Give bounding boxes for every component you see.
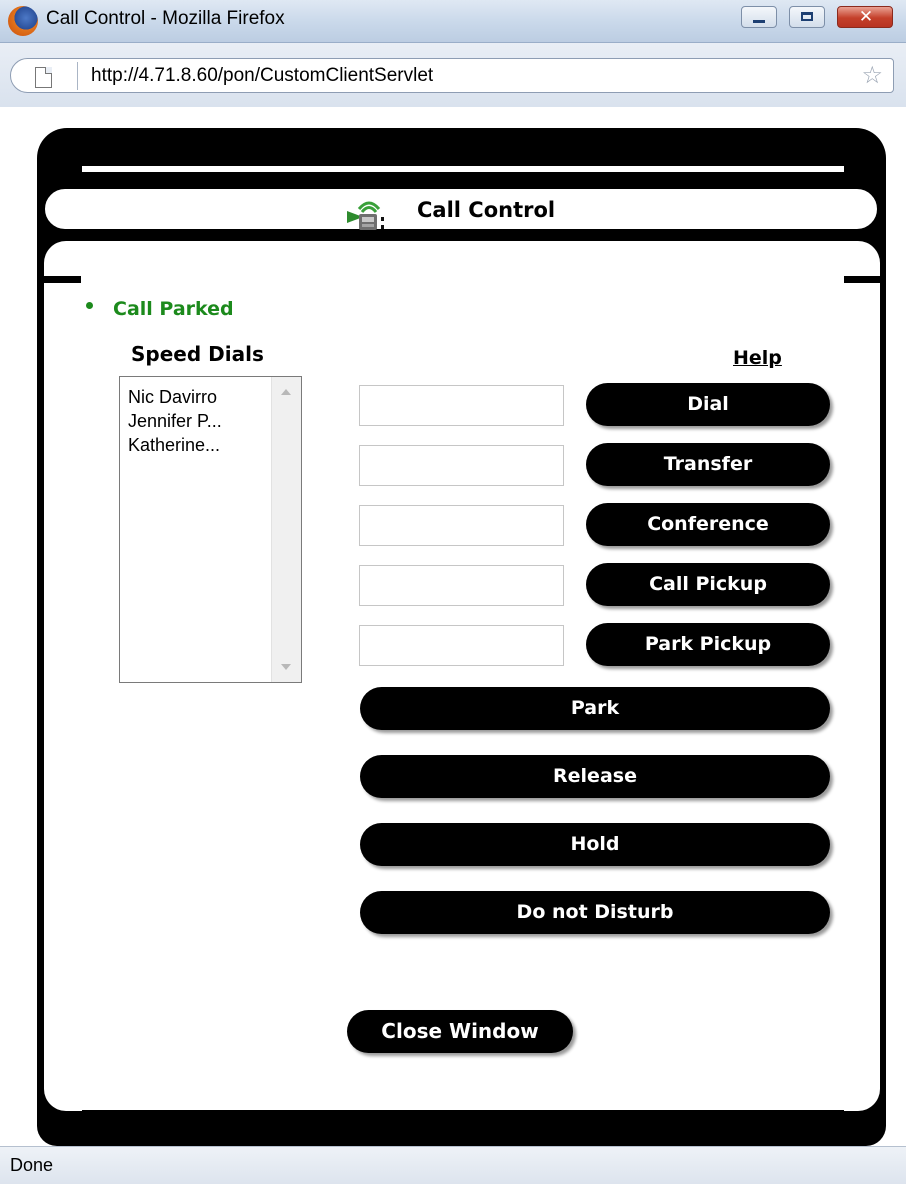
address-separator xyxy=(77,62,78,90)
call-pickup-number-input[interactable] xyxy=(359,565,564,606)
speed-dial-item[interactable]: Nic Davirro xyxy=(128,387,217,408)
close-window-panel-button[interactable]: Close Window xyxy=(347,1010,573,1053)
right-divider-tick xyxy=(844,276,886,283)
speed-dial-item[interactable]: Katherine... xyxy=(128,435,220,456)
maximize-button[interactable] xyxy=(789,6,825,28)
release-button[interactable]: Release xyxy=(360,755,830,798)
speed-dials-scrollbar[interactable] xyxy=(271,377,301,682)
window-titlebar: Call Control - Mozilla Firefox ✕ xyxy=(0,0,906,43)
park-button[interactable]: Park xyxy=(360,687,830,730)
panel-top-divider xyxy=(82,166,844,172)
phone-icon xyxy=(347,201,384,230)
window-title: Call Control - Mozilla Firefox xyxy=(46,8,285,29)
address-field[interactable]: http://4.71.8.60/pon/CustomClientServlet… xyxy=(10,58,894,93)
help-link[interactable]: Help xyxy=(733,347,782,369)
scroll-down-icon[interactable] xyxy=(281,664,291,670)
call-status-text: Call Parked xyxy=(113,298,234,320)
speed-dial-item[interactable]: Jennifer P... xyxy=(128,411,222,432)
status-bullet-icon xyxy=(86,302,93,309)
bookmark-star-icon[interactable]: ☆ xyxy=(861,61,883,89)
hold-button[interactable]: Hold xyxy=(360,823,830,866)
speed-dials-heading: Speed Dials xyxy=(131,342,264,366)
dial-number-input[interactable] xyxy=(359,385,564,426)
minimize-icon xyxy=(753,20,765,23)
panel-bottom-bar xyxy=(82,1110,844,1140)
do-not-disturb-button[interactable]: Do not Disturb xyxy=(360,891,830,934)
minimize-button[interactable] xyxy=(741,6,777,28)
left-divider-tick xyxy=(37,276,81,283)
speed-dials-list[interactable]: Nic Davirro Jennifer P... Katherine... xyxy=(119,376,302,683)
conference-number-input[interactable] xyxy=(359,505,564,546)
call-status: Call Parked xyxy=(86,298,234,320)
address-bar-area: http://4.71.8.60/pon/CustomClientServlet… xyxy=(0,43,906,107)
page-icon xyxy=(35,67,52,88)
firefox-logo-icon xyxy=(8,6,38,36)
address-url[interactable]: http://4.71.8.60/pon/CustomClientServlet xyxy=(91,65,433,87)
status-bar-text: Done xyxy=(10,1155,54,1175)
scroll-up-icon[interactable] xyxy=(281,389,291,395)
conference-button[interactable]: Conference xyxy=(586,503,830,546)
park-pickup-number-input[interactable] xyxy=(359,625,564,666)
dial-button[interactable]: Dial xyxy=(586,383,830,426)
maximize-icon xyxy=(801,12,813,21)
call-pickup-button[interactable]: Call Pickup xyxy=(586,563,830,606)
transfer-number-input[interactable] xyxy=(359,445,564,486)
close-window-button[interactable]: ✕ xyxy=(837,6,893,28)
close-icon: ✕ xyxy=(858,7,874,27)
transfer-button[interactable]: Transfer xyxy=(586,443,830,486)
park-pickup-button[interactable]: Park Pickup xyxy=(586,623,830,666)
panel-title: Call Control xyxy=(417,198,556,222)
status-bar: Done xyxy=(0,1146,906,1184)
panel-header: Call Control xyxy=(43,187,879,231)
